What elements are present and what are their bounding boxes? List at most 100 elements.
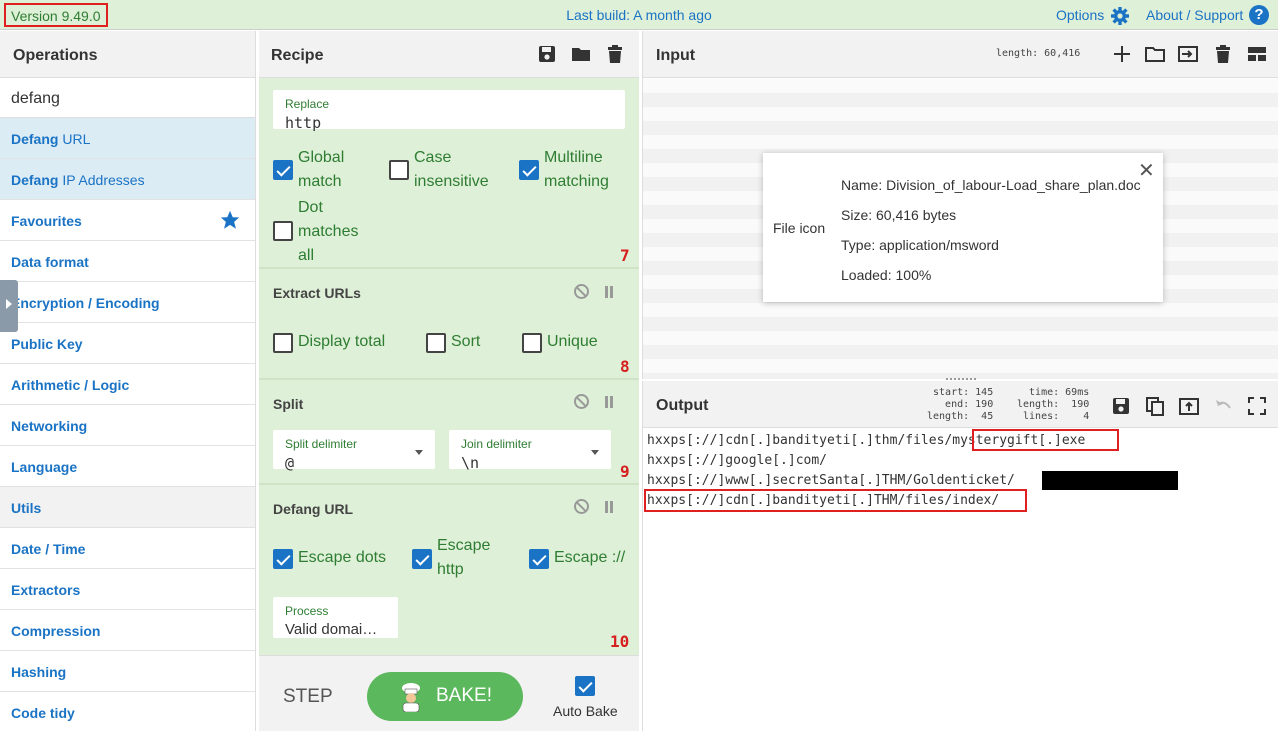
- disable-icon[interactable]: [574, 499, 589, 514]
- save-icon[interactable]: [1111, 396, 1131, 416]
- folder-icon[interactable]: [571, 44, 591, 64]
- input-length: length: 60,416: [996, 48, 1081, 59]
- open-folder-icon[interactable]: [1145, 44, 1165, 64]
- top-banner: Version 9.49.0 Last build: A month ago O…: [0, 0, 1278, 30]
- multiline-checkbox[interactable]: [519, 160, 539, 180]
- auto-bake-checkbox[interactable]: [575, 676, 595, 696]
- step-button[interactable]: STEP: [283, 686, 333, 708]
- operations-search-input[interactable]: defang: [0, 78, 255, 118]
- output-line: hxxps[://]www[.]secretSanta[.]THM/Golden…: [647, 473, 1015, 488]
- auto-bake-label: Auto Bake: [553, 703, 618, 719]
- layout-icon[interactable]: [1247, 44, 1267, 64]
- trash-icon[interactable]: [1213, 44, 1233, 64]
- search-match-text: Defang: [11, 131, 59, 147]
- sort-checkbox[interactable]: [426, 333, 446, 353]
- output-title: Output: [656, 397, 709, 414]
- maximize-icon[interactable]: [1247, 396, 1267, 416]
- file-details-card: File icon Name: Division_of_labour-Load_…: [763, 153, 1163, 302]
- escape-http-label: Escape http: [437, 537, 491, 578]
- file-loaded: Loaded: 100%: [841, 267, 932, 283]
- category-encryption-encoding[interactable]: Encryption / Encoding: [0, 282, 255, 323]
- category-favourites[interactable]: Favourites: [0, 200, 255, 241]
- about-support-link[interactable]: About / Support: [1146, 7, 1243, 23]
- sidebar-expand-handle[interactable]: [0, 280, 18, 332]
- sort-label: Sort: [451, 333, 481, 350]
- global-match-checkbox[interactable]: [273, 160, 293, 180]
- pause-icon[interactable]: [604, 396, 614, 408]
- help-icon[interactable]: ?: [1249, 5, 1269, 25]
- process-label: Process: [285, 604, 329, 618]
- replace-input-icon[interactable]: [1179, 396, 1199, 416]
- replace-field[interactable]: Replace http: [273, 90, 625, 132]
- chevron-down-icon: [415, 450, 423, 455]
- replace-value: http: [285, 114, 322, 132]
- dot-matches-all-checkbox[interactable]: [273, 221, 293, 241]
- display-total-checkbox[interactable]: [273, 333, 293, 353]
- category-code-tidy[interactable]: Code tidy: [0, 692, 255, 731]
- op-result-defang-ip[interactable]: Defang IP Addresses: [0, 159, 255, 200]
- input-panel: Input length: 60,416 File icon Name: Div…: [642, 31, 1278, 379]
- file-type: Type: application/msword: [841, 237, 999, 253]
- recipe-panel: Recipe Replace http Global match Case inse…: [259, 31, 639, 731]
- disable-icon[interactable]: [574, 284, 589, 299]
- category-extractors[interactable]: Extractors: [0, 569, 255, 610]
- chevron-down-icon: [591, 450, 599, 455]
- category-date-time[interactable]: Date / Time: [0, 528, 255, 569]
- category-compression[interactable]: Compression: [0, 610, 255, 651]
- op-result-defang-url[interactable]: Defang URL: [0, 118, 255, 159]
- options-link[interactable]: Options: [1056, 7, 1104, 23]
- split-delimiter-select[interactable]: Split delimiter @: [273, 430, 435, 472]
- dot-matches-all-label: Dot matches all: [298, 199, 359, 264]
- split-delimiter-label: Split delimiter: [285, 437, 358, 451]
- unique-checkbox[interactable]: [522, 333, 542, 353]
- expand-arrow-icon: [6, 299, 12, 309]
- close-icon[interactable]: ✕: [1138, 158, 1155, 183]
- pause-icon[interactable]: [604, 286, 614, 298]
- category-hashing[interactable]: Hashing: [0, 651, 255, 692]
- join-delimiter-value: \n: [461, 454, 480, 472]
- category-public-key[interactable]: Public Key: [0, 323, 255, 364]
- output-selection-stats: start: 145 end: 190 length: 45: [927, 387, 994, 422]
- recipe-divider: [259, 483, 639, 485]
- join-delimiter-select[interactable]: Join delimiter \n: [449, 430, 611, 472]
- defang-url-title: Defang URL: [273, 501, 354, 517]
- extract-urls-title: Extract URLs: [273, 285, 361, 301]
- bake-button[interactable]: BAKE!: [367, 672, 523, 721]
- case-insensitive-checkbox[interactable]: [389, 160, 409, 180]
- undo-icon[interactable]: [1213, 396, 1233, 416]
- multiline-label: Multiline matching: [544, 149, 609, 190]
- category-utils[interactable]: Utils: [0, 487, 255, 528]
- save-icon[interactable]: [537, 44, 557, 64]
- category-arithmetic-logic[interactable]: Arithmetic / Logic: [0, 364, 255, 405]
- global-match-label: Global match: [298, 149, 345, 190]
- escape-dots-checkbox[interactable]: [273, 549, 293, 569]
- disable-icon[interactable]: [574, 394, 589, 409]
- escape-protocol-label: Escape ://: [554, 549, 626, 566]
- gear-icon[interactable]: [1110, 6, 1130, 26]
- escape-protocol-checkbox[interactable]: [529, 549, 549, 569]
- step-number: 10: [610, 632, 630, 651]
- open-file-icon[interactable]: [1178, 44, 1198, 64]
- escape-http-checkbox[interactable]: [412, 549, 432, 569]
- display-total-label: Display total: [298, 333, 386, 350]
- category-data-format[interactable]: Data format: [0, 241, 255, 282]
- recipe-header: Recipe: [259, 31, 639, 78]
- output-header: Output start: 145 end: 190 length: 45 ti…: [643, 381, 1278, 428]
- file-name: Name: Division_of_labour-Load_share_plan…: [841, 177, 1141, 193]
- input-title: Input: [656, 47, 696, 64]
- recipe-divider: [259, 267, 639, 269]
- add-tab-icon[interactable]: [1112, 44, 1132, 64]
- step-number: 7: [620, 246, 630, 265]
- pause-icon[interactable]: [604, 501, 614, 513]
- process-select[interactable]: Process Valid domai…: [273, 597, 398, 638]
- category-networking[interactable]: Networking: [0, 405, 255, 446]
- replace-label: Replace: [285, 97, 330, 111]
- trash-icon[interactable]: [605, 44, 625, 64]
- op-result-rest: URL: [58, 131, 91, 147]
- category-language[interactable]: Language: [0, 446, 255, 487]
- output-panel: Output start: 145 end: 190 length: 45 ti…: [642, 381, 1278, 731]
- copy-icon[interactable]: [1145, 396, 1165, 416]
- io-resize-handle[interactable]: [946, 378, 976, 380]
- step-number: 8: [620, 357, 630, 376]
- split-title: Split: [273, 396, 304, 412]
